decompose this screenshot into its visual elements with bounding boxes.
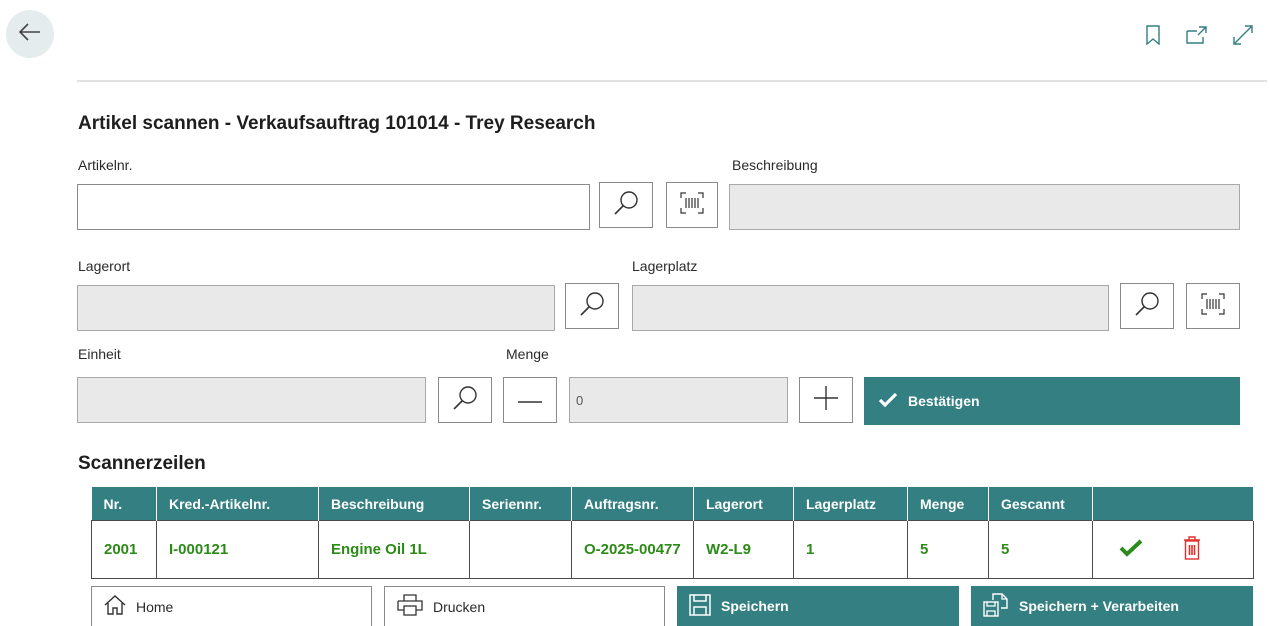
save-and-process-button[interactable]: Speichern + Verarbeiten [971,586,1253,626]
cell-gescannt: 5 [988,520,1093,579]
artikelnr-label: Artikelnr. [78,157,133,173]
scanner-lines-table: Nr. Kred.-Artikelnr. Beschreibung Serien… [91,487,1254,579]
home-button[interactable]: Home [91,586,372,626]
lagerort-lookup-button[interactable] [565,283,619,329]
checkmark-icon [878,392,898,411]
lagerplatz-field[interactable] [632,285,1109,331]
column-header-actions [1092,487,1254,521]
trash-icon[interactable] [1183,535,1201,564]
menge-input[interactable]: 0 [569,377,788,423]
artikelnr-lookup-button[interactable] [599,182,653,228]
expand-icon[interactable] [1232,24,1254,46]
search-icon [1134,291,1160,322]
save-button[interactable]: Speichern [677,586,959,626]
section-title-scannerzeilen: Scannerzeilen [78,453,206,474]
arrow-left-icon [18,22,41,46]
open-in-new-window-icon[interactable] [1186,24,1208,46]
confirm-button[interactable]: Bestätigen [864,377,1240,425]
table-row[interactable]: 2001 I-000121 Engine Oil 1L O-2025-00477… [91,520,1254,579]
column-header-nr[interactable]: Nr. [91,487,157,521]
search-icon [613,190,639,221]
home-button-label: Home [136,598,174,615]
column-header-menge[interactable]: Menge [907,487,989,521]
cell-seriennr [469,520,572,579]
cell-beschreibung: Engine Oil 1L [318,520,470,579]
beschreibung-field [729,184,1240,230]
lagerort-label: Lagerort [78,258,131,274]
cell-actions [1092,520,1254,579]
cell-lagerplatz: 1 [793,520,908,579]
einheit-label: Einheit [78,346,121,362]
cell-lagerort: W2-L9 [693,520,794,579]
einheit-field[interactable] [77,377,426,423]
cell-kred-artikelnr: I-000121 [156,520,319,579]
search-icon [579,291,605,322]
confirm-button-label: Bestätigen [908,393,980,409]
search-icon [452,385,478,416]
bookmark-icon[interactable] [1142,24,1164,46]
lagerplatz-scan-button[interactable] [1186,283,1240,329]
confirm-row-checkmark-icon[interactable] [1119,539,1143,561]
header-divider [77,80,1267,82]
menge-label: Menge [506,346,549,362]
lagerplatz-lookup-button[interactable] [1120,283,1174,329]
save-and-process-icon [983,592,1009,620]
artikelnr-scan-button[interactable] [666,182,718,228]
print-button[interactable]: Drucken [384,586,665,626]
home-icon [104,595,126,618]
column-header-beschreibung[interactable]: Beschreibung [318,487,470,521]
column-header-kred-artikelnr[interactable]: Kred.-Artikelnr. [156,487,319,521]
table-header-row: Nr. Kred.-Artikelnr. Beschreibung Serien… [91,487,1254,521]
lagerplatz-label: Lagerplatz [632,258,698,274]
minus-icon [517,391,543,409]
column-header-gescannt[interactable]: Gescannt [988,487,1093,521]
column-header-lagerplatz[interactable]: Lagerplatz [793,487,908,521]
cell-nr: 2001 [91,520,157,579]
cell-menge: 5 [907,520,989,579]
column-header-lagerort[interactable]: Lagerort [693,487,794,521]
lagerort-field[interactable] [77,285,555,331]
menge-decrement-button[interactable] [503,377,557,423]
save-icon [689,593,711,619]
save-button-label: Speichern [721,598,789,614]
back-button[interactable] [6,10,54,58]
column-header-auftragsnr[interactable]: Auftragsnr. [571,487,694,521]
einheit-lookup-button[interactable] [438,377,492,423]
plus-icon [813,385,839,416]
column-header-seriennr[interactable]: Seriennr. [469,487,572,521]
printer-icon [397,594,423,619]
menge-increment-button[interactable] [799,377,853,423]
beschreibung-label: Beschreibung [732,157,818,173]
barcode-scan-icon [1201,292,1225,320]
save-and-process-button-label: Speichern + Verarbeiten [1019,598,1179,614]
barcode-scan-icon [680,191,704,219]
cell-auftragsnr: O-2025-00477 [571,520,694,579]
page-title: Artikel scannen - Verkaufsauftrag 101014… [78,113,596,134]
print-button-label: Drucken [433,598,486,615]
artikelnr-input[interactable] [77,184,590,230]
